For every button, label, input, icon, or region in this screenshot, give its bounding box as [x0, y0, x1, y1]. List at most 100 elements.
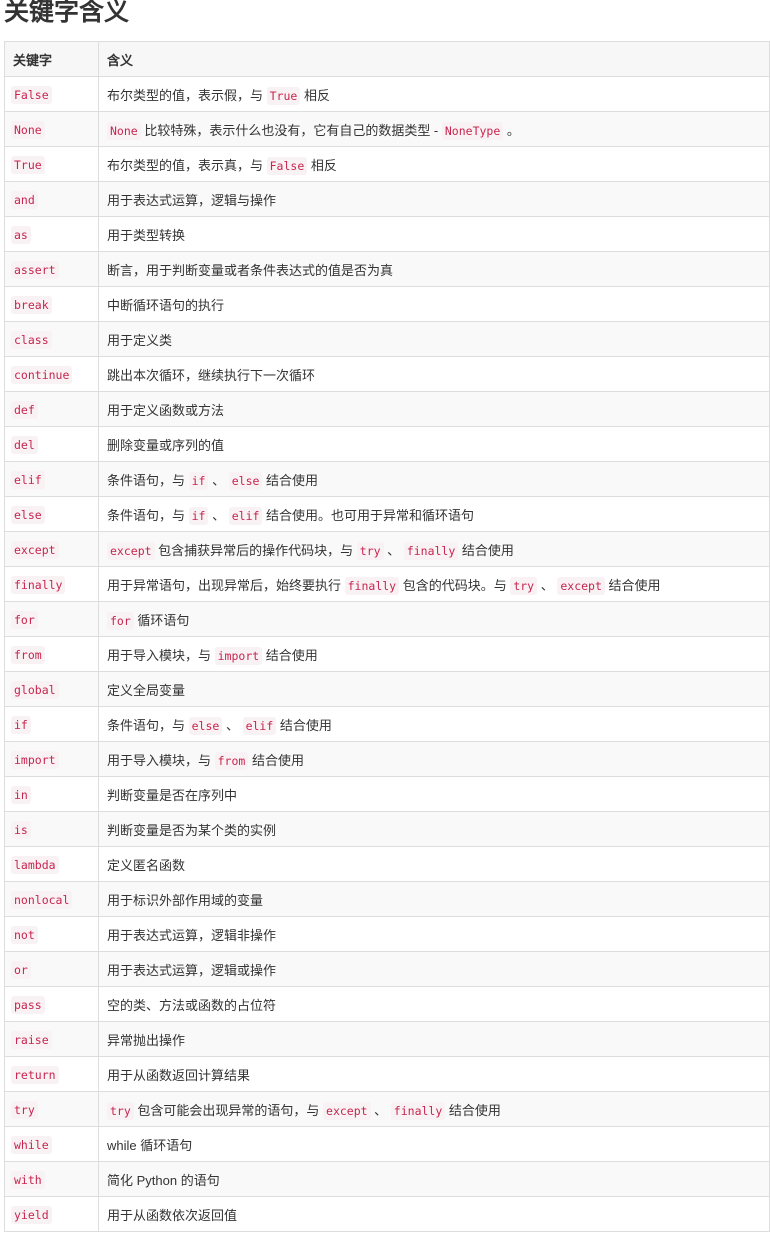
keyword-code: global	[11, 680, 59, 699]
keyword-cell: class	[4, 321, 99, 357]
meaning-text: 条件语句，与	[107, 507, 189, 523]
meaning-text: 用于标识外部作用域的变量	[107, 892, 264, 908]
table-row: break 中断循环语句的执行	[4, 286, 770, 322]
table-row: except except 包含捕获异常后的操作代码块，与 try 、 final…	[4, 531, 770, 567]
keyword-cell: is	[4, 811, 99, 847]
keyword-code: continue	[11, 365, 73, 384]
keyword-code: finally	[11, 575, 66, 594]
meaning-cell: 用于表达式运算，逻辑或操作	[98, 951, 770, 987]
meaning-text: 用于定义类	[107, 332, 173, 348]
keyword-code: None	[11, 120, 45, 139]
meaning-cell: 条件语句，与 if 、 else 结合使用	[98, 461, 770, 497]
table-row: raise 异常抛出操作	[4, 1021, 770, 1057]
meaning-cell: 条件语句，与 if 、 elif 结合使用。也可用于异常和循环语句	[98, 496, 770, 532]
meaning-text: 用于从函数返回计算结果	[107, 1067, 251, 1083]
keyword-cell: and	[4, 181, 99, 217]
keyword-cell: for	[4, 601, 99, 637]
keyword-cell: finally	[4, 566, 99, 602]
keyword-cell: except	[4, 531, 99, 567]
keyword-cell: False	[4, 76, 99, 112]
keyword-code: assert	[11, 260, 59, 279]
keyword-code: with	[11, 1170, 45, 1189]
meaning-text: 中断循环语句的执行	[107, 297, 225, 313]
keyword-cell: global	[4, 671, 99, 707]
inline-code: else	[188, 716, 223, 735]
meaning-cell: 断言，用于判断变量或者条件表达式的值是否为真	[98, 251, 770, 287]
keyword-cell: return	[4, 1056, 99, 1092]
table-header: 关键字 含义	[4, 41, 770, 77]
table-row: yield 用于从函数依次返回值	[4, 1196, 770, 1232]
inline-code: elif	[228, 506, 263, 525]
keyword-code: as	[11, 225, 31, 244]
keyword-cell: raise	[4, 1021, 99, 1057]
meaning-text: 用于表达式运算，逻辑或操作	[107, 962, 277, 978]
meaning-text: 条件语句，与	[107, 717, 189, 733]
column-header-keyword: 关键字	[4, 41, 99, 77]
meaning-cell: 判断变量是否为某个类的实例	[98, 811, 770, 847]
keyword-cell: try	[4, 1091, 99, 1127]
meaning-text: 。	[503, 122, 520, 138]
meaning-text: 定义全局变量	[107, 682, 186, 698]
table-row: global 定义全局变量	[4, 671, 770, 707]
inline-code: elif	[242, 716, 277, 735]
inline-code: finally	[403, 541, 459, 560]
table-row: class 用于定义类	[4, 321, 770, 357]
meaning-text: 布尔类型的值，表示假，与	[107, 87, 267, 103]
meaning-text: 跳出本次循环，继续执行下一次循环	[107, 367, 316, 383]
meaning-cell: None 比较特殊，表示什么也没有，它有自己的数据类型 - NoneType 。	[98, 111, 770, 147]
inline-code: import	[214, 646, 263, 665]
meaning-text: 循环语句	[133, 612, 190, 628]
meaning-text: 用于导入模块，与	[107, 647, 215, 663]
inline-code: if	[188, 471, 209, 490]
inline-code: True	[266, 86, 301, 105]
keyword-code: for	[11, 610, 38, 629]
table-row: or 用于表达式运算，逻辑或操作	[4, 951, 770, 987]
table-row: True 布尔类型的值，表示真，与 False 相反	[4, 146, 770, 182]
keyword-code: break	[11, 295, 52, 314]
inline-code: for	[107, 611, 134, 630]
meaning-cell: 定义全局变量	[98, 671, 770, 707]
meaning-text: 、	[383, 542, 404, 558]
table-row: from 用于导入模块，与 import 结合使用	[4, 636, 770, 672]
table-row: nonlocal 用于标识外部作用域的变量	[4, 881, 770, 917]
meaning-text: 用于定义函数或方法	[107, 402, 225, 418]
meaning-cell: 用于从函数依次返回值	[98, 1196, 770, 1232]
meaning-text: 结合使用	[262, 472, 319, 488]
table-row: in 判断变量是否在序列中	[4, 776, 770, 812]
keyword-cell: import	[4, 741, 99, 777]
table-row: continue 跳出本次循环，继续执行下一次循环	[4, 356, 770, 392]
meaning-text: 结合使用	[604, 577, 661, 593]
meaning-text: 包含的代码块。与	[399, 577, 511, 593]
meaning-text: 用于异常语句，出现异常后，始终要执行	[107, 577, 345, 593]
keyword-code: try	[11, 1100, 38, 1119]
meaning-text: 比较特殊，表示什么也没有，它有自己的数据类型 -	[140, 122, 442, 138]
inline-code: from	[214, 751, 249, 770]
inline-code: else	[228, 471, 263, 490]
keyword-code: if	[11, 715, 31, 734]
keyword-cell: in	[4, 776, 99, 812]
meaning-text: 布尔类型的值，表示真，与	[107, 157, 267, 173]
meaning-text: 断言，用于判断变量或者条件表达式的值是否为真	[107, 262, 394, 278]
keyword-cell: not	[4, 916, 99, 952]
keyword-code: else	[11, 505, 45, 524]
meaning-cell: 用于异常语句，出现异常后，始终要执行 finally 包含的代码块。与 try …	[98, 566, 770, 602]
table-row: None None 比较特殊，表示什么也没有，它有自己的数据类型 - NoneTy…	[4, 111, 770, 147]
inline-code: except	[557, 576, 605, 595]
meaning-cell: 用于表达式运算，逻辑与操作	[98, 181, 770, 217]
table-row: not 用于表达式运算，逻辑非操作	[4, 916, 770, 952]
meaning-text: 、	[208, 472, 229, 488]
meaning-cell: 条件语句，与 else 、 elif 结合使用	[98, 706, 770, 742]
keyword-cell: or	[4, 951, 99, 987]
meaning-cell: 定义匿名函数	[98, 846, 770, 882]
meaning-text: 结合使用	[276, 717, 332, 733]
keyword-cell: yield	[4, 1196, 99, 1232]
keyword-table: 关键字 含义 False 布尔类型的值，表示假，与 True 相反 None None…	[4, 41, 770, 1232]
keyword-code: and	[11, 190, 38, 209]
keyword-code: from	[11, 645, 45, 664]
table-row: assert 断言，用于判断变量或者条件表达式的值是否为真	[4, 251, 770, 287]
meaning-cell: for 循环语句	[98, 601, 770, 637]
table-header-row: 关键字 含义	[4, 41, 770, 77]
meaning-text: while 循环语句	[107, 1137, 193, 1153]
meaning-text: 用于表达式运算，逻辑与操作	[107, 192, 277, 208]
table-row: is 判断变量是否为某个类的实例	[4, 811, 770, 847]
